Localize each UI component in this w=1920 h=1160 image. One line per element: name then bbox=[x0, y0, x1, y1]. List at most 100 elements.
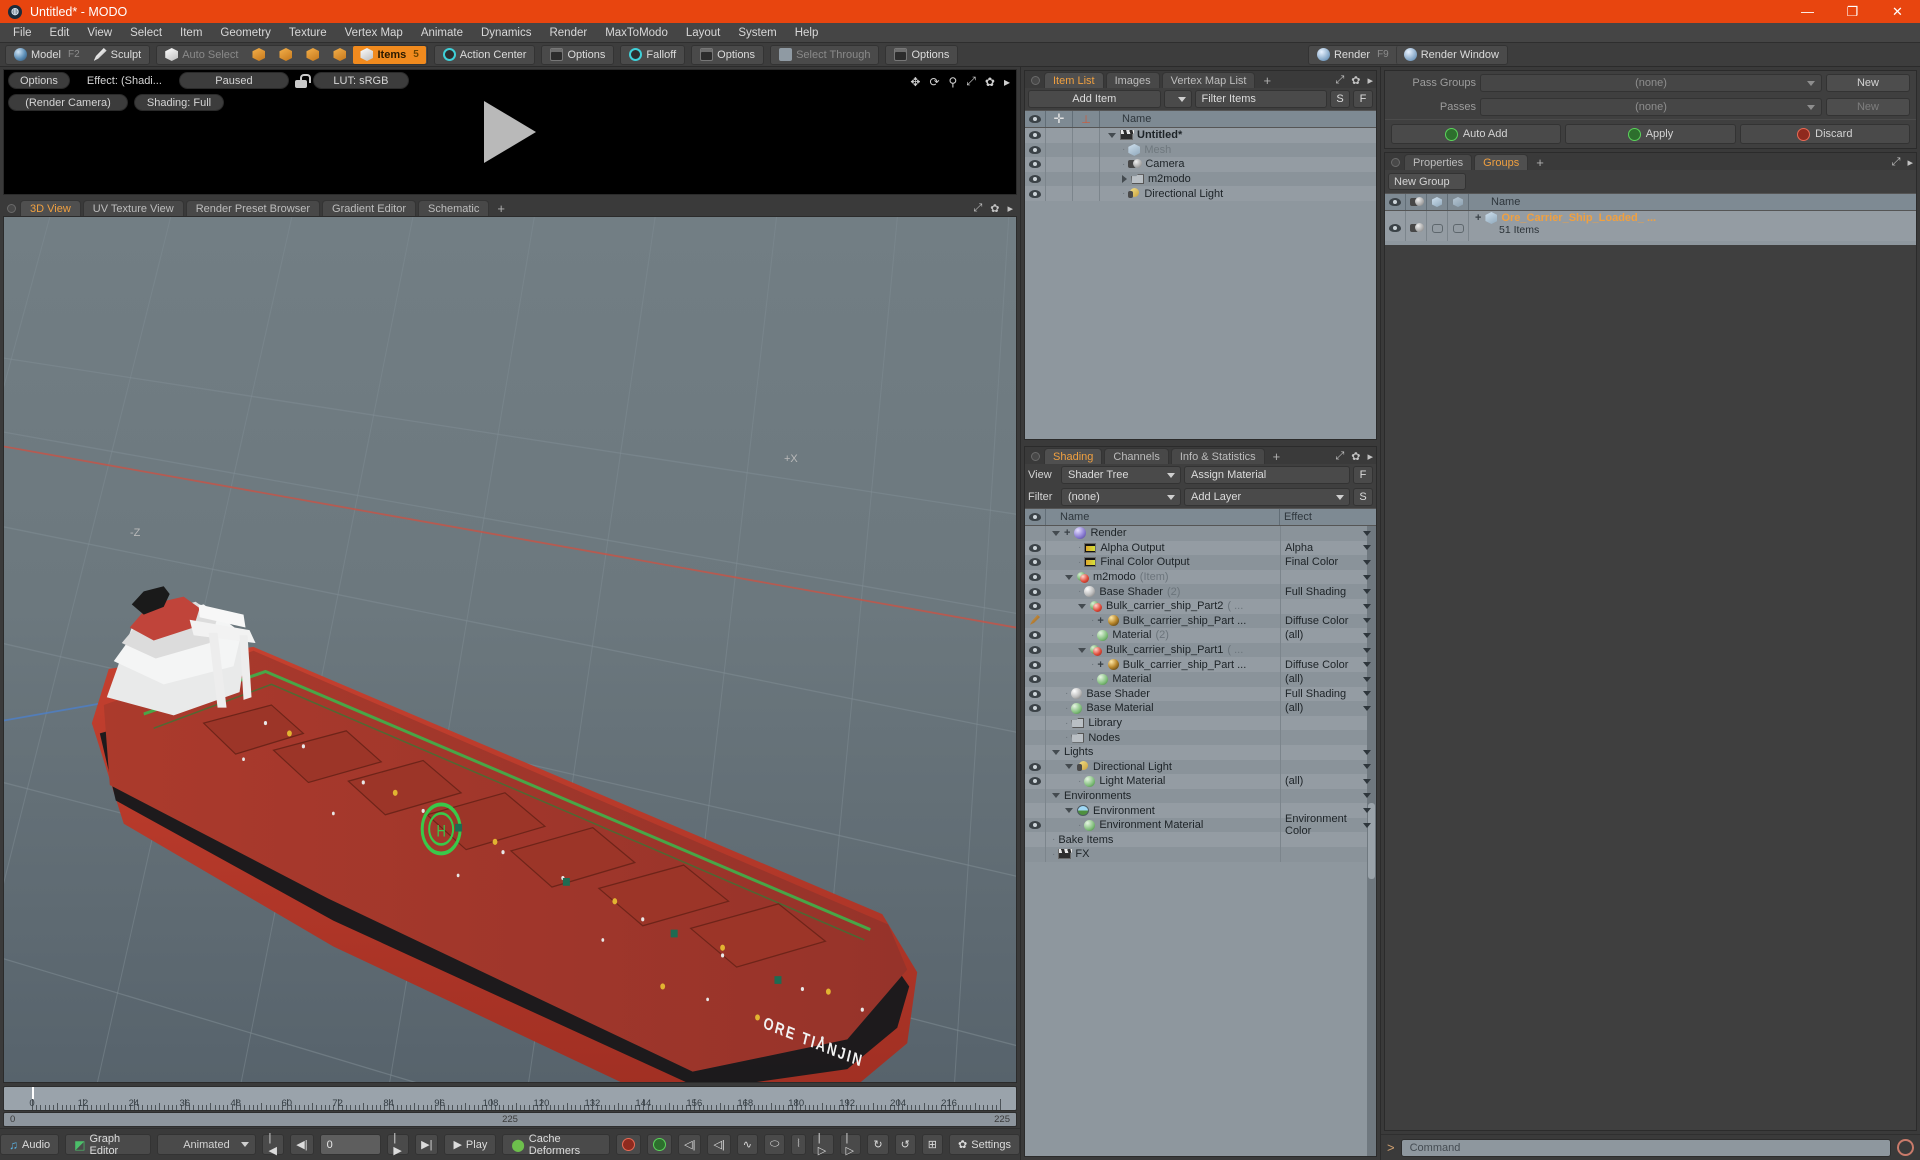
menu-layout[interactable]: Layout bbox=[677, 23, 730, 43]
step-back-button[interactable]: ◀| bbox=[290, 1134, 314, 1155]
visibility-toggle[interactable] bbox=[1025, 171, 1046, 187]
shader-tree-row[interactable]: · Base Material (all) bbox=[1025, 701, 1376, 716]
next-key2-button[interactable]: |▷ bbox=[839, 1132, 862, 1157]
item-list-row[interactable]: · Directional Light bbox=[1025, 186, 1376, 201]
auto-add-button[interactable]: Auto Add bbox=[1391, 124, 1562, 144]
tab-info-and-statistics[interactable]: Info & Statistics bbox=[1170, 448, 1265, 464]
item-list-chevron-icon[interactable]: ▸ bbox=[1367, 74, 1373, 87]
maximize-button[interactable]: ❐ bbox=[1830, 0, 1875, 23]
item-list-name-cell[interactable]: · Directional Light bbox=[1100, 188, 1376, 200]
select-through-options-button[interactable]: Options bbox=[887, 46, 956, 64]
item-list-gear-icon[interactable]: ✿ bbox=[1351, 74, 1360, 87]
add-item-dropdown[interactable] bbox=[1163, 90, 1192, 108]
command-record-icon[interactable] bbox=[1897, 1139, 1914, 1156]
tab-vertex-map-list[interactable]: Vertex Map List bbox=[1161, 72, 1256, 88]
play-button[interactable]: ▶ Play bbox=[444, 1134, 497, 1155]
visibility-toggle[interactable] bbox=[1025, 569, 1046, 585]
search-icon[interactable]: ⚲ bbox=[949, 75, 958, 89]
shader-tree-row[interactable]: · Base Shader (2) Full Shading bbox=[1025, 584, 1376, 599]
step-forward-button[interactable]: |▶ bbox=[387, 1132, 410, 1157]
render-button[interactable]: Render F9 bbox=[1310, 46, 1396, 64]
visibility-toggle[interactable] bbox=[1025, 657, 1046, 672]
tab-gradient-editor[interactable]: Gradient Editor bbox=[322, 200, 416, 216]
loop-button[interactable]: ↻ bbox=[867, 1134, 889, 1155]
item-list-row[interactable]: · Camera bbox=[1025, 157, 1376, 172]
shader-effect-select[interactable]: Alpha bbox=[1280, 540, 1376, 556]
menu-animate[interactable]: Animate bbox=[412, 23, 472, 43]
shading-expand-icon[interactable]: ⤢ bbox=[1335, 450, 1344, 463]
visibility-toggle[interactable] bbox=[1025, 671, 1046, 687]
menu-vertex-map[interactable]: Vertex Map bbox=[336, 23, 412, 43]
shader-effect-select[interactable] bbox=[1280, 642, 1376, 658]
passes-select[interactable]: (none) bbox=[1480, 98, 1822, 116]
preview-options-button[interactable]: Options bbox=[8, 72, 70, 89]
shader-tree-select[interactable]: Shader Tree bbox=[1061, 466, 1181, 484]
visibility-toggle[interactable] bbox=[1025, 701, 1046, 716]
add-item-button[interactable]: Add Item bbox=[1028, 90, 1161, 108]
shader-name-cell[interactable]: Lights bbox=[1046, 746, 1280, 758]
snap-button[interactable]: ⊞ bbox=[921, 1134, 944, 1155]
visibility-toggle[interactable] bbox=[1025, 584, 1046, 599]
go-to-start-button[interactable]: |◀ bbox=[262, 1132, 285, 1157]
prev-key-button[interactable]: ◁| bbox=[678, 1134, 702, 1155]
action-center-button[interactable]: Action Center bbox=[436, 46, 534, 64]
edge-mode-button[interactable] bbox=[272, 46, 299, 64]
visibility-toggle[interactable] bbox=[1025, 613, 1046, 629]
chevron-down-icon[interactable] bbox=[1052, 530, 1060, 536]
visibility-toggle[interactable] bbox=[1025, 186, 1046, 201]
tab-3d-view[interactable]: 3D View bbox=[20, 200, 81, 216]
auto-select-button[interactable]: Auto Select bbox=[158, 46, 245, 64]
shader-name-cell[interactable]: · Bake Items bbox=[1046, 834, 1280, 846]
shader-effect-select[interactable]: (all) bbox=[1280, 774, 1376, 789]
chevron-down-icon[interactable] bbox=[1052, 749, 1060, 755]
new-group-button[interactable]: New Group bbox=[1388, 173, 1466, 190]
items-mode-button[interactable]: Items 5 bbox=[353, 45, 426, 64]
menu-render[interactable]: Render bbox=[540, 23, 596, 43]
mode-sculpt-button[interactable]: Sculpt bbox=[87, 46, 149, 64]
shader-effect-select[interactable] bbox=[1280, 569, 1376, 585]
shader-tree-row[interactable]: · + Bulk_carrier_ship_Part ... Diffuse Colo… bbox=[1025, 657, 1376, 672]
item-list-f-button[interactable]: F bbox=[1353, 90, 1373, 108]
menu-edit[interactable]: Edit bbox=[41, 23, 79, 43]
shader-name-cell[interactable]: · + Bulk_carrier_ship_Part ... bbox=[1046, 615, 1280, 627]
shader-name-cell[interactable]: · FX bbox=[1046, 848, 1280, 860]
group-row[interactable]: + Ore_Carrier_Ship_Loaded_ ... 51 Items bbox=[1385, 211, 1916, 241]
visibility-toggle[interactable] bbox=[1025, 142, 1046, 158]
item-list-name-cell[interactable]: · Mesh bbox=[1100, 143, 1376, 156]
chevron-right-icon[interactable] bbox=[1122, 175, 1127, 184]
menu-maxtomodo[interactable]: MaxToModo bbox=[596, 23, 677, 43]
shader-name-cell[interactable]: · Material (2) bbox=[1046, 629, 1280, 641]
shader-effect-select[interactable]: Diffuse Color bbox=[1280, 613, 1376, 629]
passes-new-button[interactable]: New bbox=[1826, 98, 1910, 116]
shading-filter-select[interactable]: (none) bbox=[1061, 488, 1181, 506]
shader-tree-row[interactable]: Directional Light bbox=[1025, 759, 1376, 775]
shader-tree-row[interactable]: Lights bbox=[1025, 744, 1376, 760]
filter-items-input[interactable]: Filter Items bbox=[1194, 90, 1327, 108]
render-window-button[interactable]: Render Window bbox=[1395, 45, 1506, 64]
cache-deformers-button[interactable]: ⬤ Cache Deformers bbox=[502, 1133, 611, 1157]
item-list-cell[interactable] bbox=[1046, 142, 1073, 158]
pass-groups-new-button[interactable]: New bbox=[1826, 74, 1910, 92]
tab-properties[interactable]: Properties bbox=[1404, 154, 1473, 170]
shader-name-cell[interactable]: · Base Shader bbox=[1046, 688, 1280, 700]
select-through-button[interactable]: Select Through bbox=[772, 46, 877, 64]
viewport-chevron-icon[interactable]: ▸ bbox=[1007, 202, 1013, 215]
item-list-cell[interactable] bbox=[1073, 157, 1100, 172]
shader-tree-row[interactable]: Bulk_carrier_ship_Part2 ( ... bbox=[1025, 598, 1376, 614]
shading-menu-dot[interactable] bbox=[1031, 452, 1040, 461]
shader-tree-row[interactable]: · Final Color Output Final Color bbox=[1025, 555, 1376, 570]
timeline-ruler[interactable]: 0 12 24 36 48 60 72 84 96 108 120 132 144 156 168 180 19… bbox=[3, 1086, 1017, 1111]
menu-dynamics[interactable]: Dynamics bbox=[472, 23, 540, 43]
shader-effect-select[interactable]: Diffuse Color bbox=[1280, 657, 1376, 672]
item-list-row[interactable]: m2modo bbox=[1025, 171, 1376, 187]
lock-icon[interactable] bbox=[294, 73, 311, 88]
shader-tree-row[interactable]: · Environment Material Environment Color bbox=[1025, 813, 1376, 837]
minimize-button[interactable]: — bbox=[1785, 0, 1830, 23]
menu-file[interactable]: File bbox=[4, 23, 41, 43]
go-to-end-button[interactable]: ▶| bbox=[415, 1134, 439, 1155]
falloff-button[interactable]: Falloff bbox=[622, 46, 683, 64]
curve-in-button[interactable]: ∿ bbox=[736, 1134, 759, 1155]
shader-tree-row[interactable]: · FX bbox=[1025, 847, 1376, 862]
timeline[interactable]: 0 12 24 36 48 60 72 84 96 108 120 132 144 156 168 180 19… bbox=[3, 1086, 1017, 1128]
shader-name-cell[interactable]: Environment bbox=[1046, 805, 1280, 817]
